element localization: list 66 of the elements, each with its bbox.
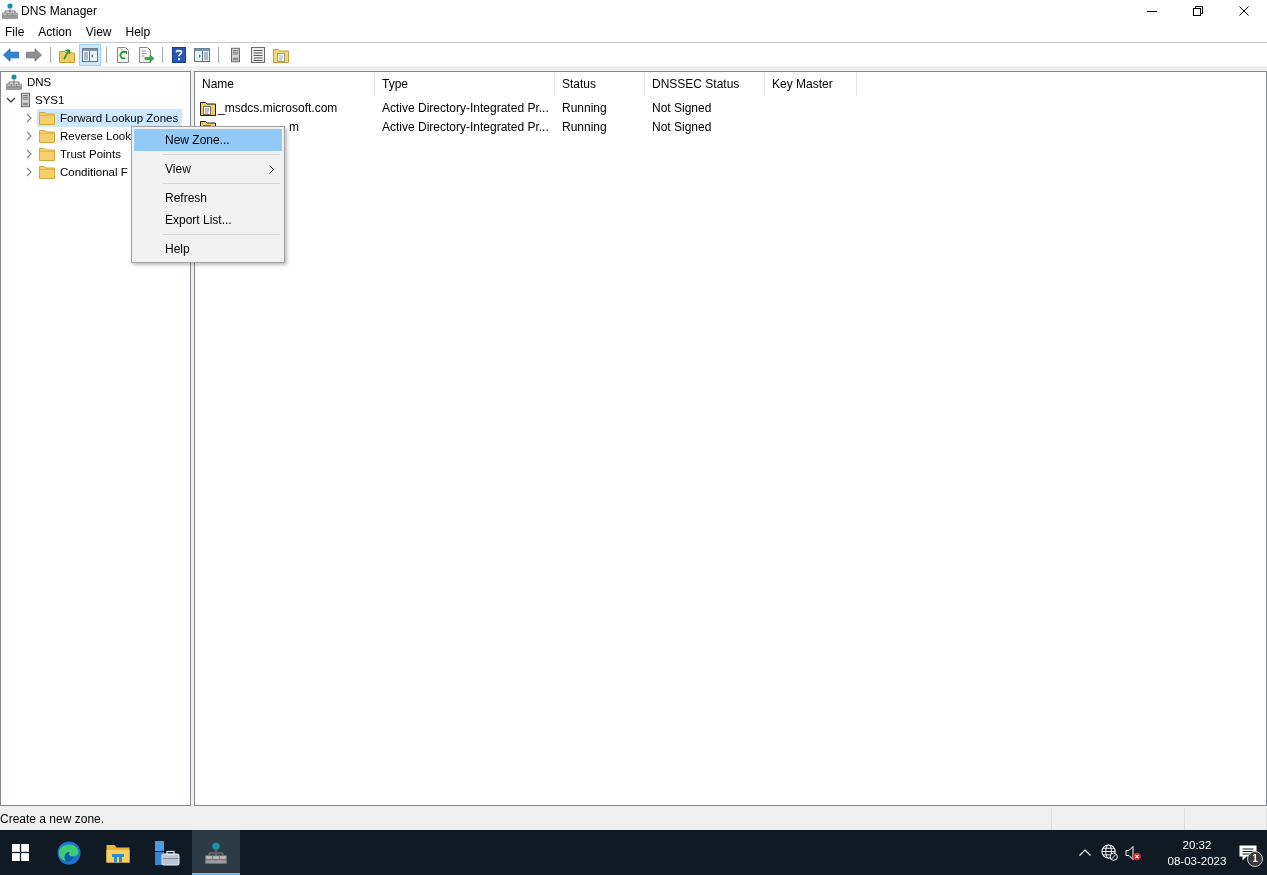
menu-item[interactable]: View — [134, 158, 282, 180]
tree-item[interactable]: Reverse Look — [37, 127, 135, 145]
taskbar-button[interactable] — [192, 830, 240, 875]
tree-item[interactable]: Conditional F — [37, 163, 132, 181]
status-text: Create a new zone. — [0, 812, 105, 826]
restore-icon — [1193, 6, 1203, 16]
window-left-pane-icon — [82, 47, 98, 62]
menu-item[interactable]: Export List... — [134, 209, 282, 231]
folder-icon — [39, 111, 55, 125]
folder-icon — [39, 147, 55, 161]
network-icon — [6, 74, 22, 90]
table-cell-text: Running — [561, 119, 608, 134]
menu-item[interactable]: Help — [134, 238, 282, 260]
table-cell-text: Not Signed — [651, 100, 713, 115]
menu-item[interactable]: Refresh — [134, 187, 282, 209]
column-header[interactable]: Name — [195, 72, 375, 96]
column-header[interactable]: Type — [375, 72, 555, 96]
zone-name[interactable]: m — [289, 118, 301, 135]
right-arrow-icon — [26, 47, 42, 62]
folder-icon — [39, 129, 55, 143]
folder-up-arrow-icon — [59, 46, 75, 63]
table-cell-text: Active Directory-Integrated Pr... — [381, 100, 550, 115]
document-export-icon — [138, 46, 154, 63]
close-icon — [1239, 6, 1249, 16]
folder-document-icon — [200, 99, 216, 116]
folder-document-icon — [273, 46, 289, 63]
network-icon — [2, 3, 18, 19]
column-header[interactable]: DNSSEC Status — [645, 72, 765, 96]
server-tower-icon — [21, 92, 30, 108]
console-tree-button[interactable] — [79, 43, 101, 66]
server-toolbox-icon — [154, 839, 180, 866]
window-right-pane-icon — [194, 47, 210, 62]
notifications-button[interactable]: 1 — [1229, 830, 1267, 875]
chevron-up-icon — [1079, 849, 1091, 856]
table-cell-text: Active Directory-Integrated Pr... — [381, 119, 550, 134]
help-icon — [172, 46, 186, 63]
zone-name[interactable]: _msdcs.microsoft.com — [218, 99, 340, 116]
tree-item[interactable]: Forward Lookup Zones — [37, 109, 183, 127]
column-header[interactable]: Key Master — [765, 72, 857, 96]
document-refresh-icon — [115, 46, 131, 63]
speaker-muted-icon — [1125, 844, 1141, 861]
menu-bar-item[interactable]: File — [0, 22, 30, 42]
chevron-icon[interactable] — [6, 95, 16, 105]
minimize-icon — [1147, 10, 1157, 12]
menu-item[interactable]: New Zone... — [134, 129, 282, 151]
tree-item[interactable]: SYS1 — [19, 91, 69, 109]
menu-bar-item[interactable]: Help — [120, 22, 156, 42]
network-icon — [205, 841, 227, 864]
table-cell-text: Running — [561, 100, 608, 115]
swirl-logo-icon — [57, 840, 81, 865]
left-arrow-icon — [3, 47, 19, 62]
clock-button[interactable]: 20:32 08-03-2023 — [1165, 830, 1229, 875]
window-title: DNS Manager — [21, 4, 98, 18]
table-cell-text: Not Signed — [651, 119, 713, 134]
tree-item[interactable]: DNS — [4, 73, 56, 91]
column-header[interactable]: Status — [555, 72, 645, 96]
folder-icon — [106, 842, 130, 863]
tree-item[interactable]: Trust Points — [37, 145, 125, 163]
list-icon — [251, 46, 265, 63]
menu-bar-item[interactable]: Action — [33, 22, 77, 42]
four-tiles-icon — [11, 844, 29, 861]
menu-bar-item[interactable]: View — [80, 22, 117, 42]
notification-badge: 1 — [1247, 851, 1263, 867]
folder-icon — [39, 165, 55, 179]
server-tower-icon — [230, 46, 240, 63]
globe-blocked-icon — [1100, 844, 1118, 861]
